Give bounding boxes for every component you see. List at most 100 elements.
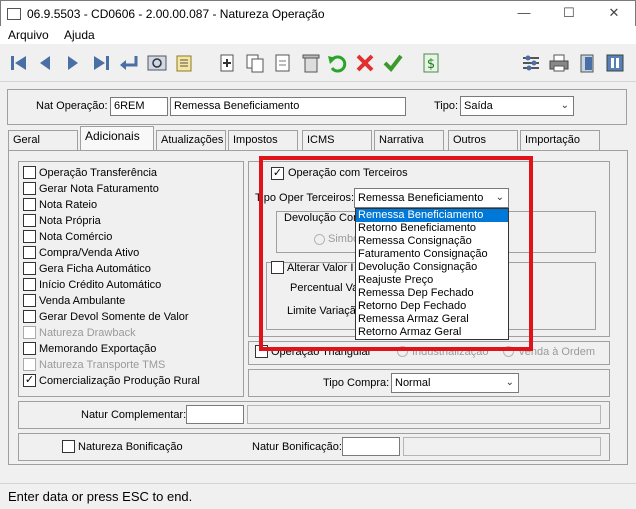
go-to-icon[interactable] bbox=[118, 52, 140, 74]
terceiros-checkbox[interactable]: ✓ bbox=[271, 167, 284, 180]
dropdown-option[interactable]: Remessa Armaz Geral bbox=[356, 313, 508, 326]
left-checkbox[interactable] bbox=[23, 214, 36, 227]
chevron-down-icon: ⌄ bbox=[505, 377, 514, 388]
tipo-oper-select[interactable]: Remessa Beneficiamento ⌄ bbox=[354, 188, 509, 208]
industrializacao-label: Industrialização bbox=[412, 346, 489, 358]
chevron-down-icon: ⌄ bbox=[560, 100, 569, 111]
left-checkbox-label: Compra/Venda Ativo bbox=[39, 247, 140, 259]
nat-code-input[interactable]: 6REM bbox=[110, 97, 168, 116]
left-checkbox[interactable] bbox=[23, 342, 36, 355]
header-panel: Nat Operação: 6REM Remessa Beneficiament… bbox=[7, 89, 627, 125]
settings-icon[interactable] bbox=[520, 52, 542, 74]
left-checkbox[interactable] bbox=[23, 262, 36, 275]
limite-label: Limite Variaçã bbox=[287, 305, 356, 317]
left-checkbox-label: Natureza Transporte TMS bbox=[39, 359, 166, 371]
tipo-oper-label: Tipo Oper Terceiros: bbox=[255, 192, 355, 204]
alterar-checkbox[interactable] bbox=[271, 261, 284, 274]
left-checkbox-label: Natureza Drawback bbox=[39, 327, 136, 339]
tab-impostos[interactable]: Impostos bbox=[228, 130, 298, 150]
venda-ordem-label: Venda à Ordem bbox=[518, 346, 596, 358]
tipo-oper-value: Remessa Beneficiamento bbox=[358, 192, 484, 204]
dropdown-option[interactable]: Reajuste Preço bbox=[356, 274, 508, 287]
tab-outros[interactable]: Outros bbox=[448, 130, 518, 150]
left-checkbox-label: Gera Ficha Automático bbox=[39, 263, 151, 275]
tab-atualizacoes[interactable]: Atualizações bbox=[156, 130, 226, 150]
cancel-icon[interactable] bbox=[354, 52, 376, 74]
maximize-icon[interactable]: ☐ bbox=[561, 5, 577, 21]
dropdown-option[interactable]: Remessa Beneficiamento bbox=[356, 209, 508, 222]
delete-trash-icon[interactable] bbox=[300, 52, 322, 74]
devolucao-label: Devolução Con bbox=[284, 212, 360, 224]
tab-icms[interactable]: ICMS bbox=[302, 130, 372, 150]
previous-record-icon[interactable] bbox=[34, 52, 56, 74]
tab-importacao[interactable]: Importação bbox=[520, 130, 600, 150]
triangular-checkbox[interactable] bbox=[255, 345, 268, 358]
left-checkbox-label: Venda Ambulante bbox=[39, 295, 126, 307]
natur-bonificacao-input[interactable] bbox=[342, 437, 400, 456]
dropdown-option[interactable]: Retorno Beneficiamento bbox=[356, 222, 508, 235]
dropdown-option[interactable]: Retorno Armaz Geral bbox=[356, 326, 508, 339]
exit-door-icon[interactable] bbox=[576, 52, 598, 74]
left-checkbox[interactable] bbox=[23, 166, 36, 179]
undo-icon[interactable] bbox=[326, 52, 348, 74]
status-text: Enter data or press ESC to end. bbox=[8, 489, 193, 504]
bonificacao-checkbox[interactable] bbox=[62, 440, 75, 453]
left-checkbox[interactable]: ✓ bbox=[23, 374, 36, 387]
first-record-icon[interactable] bbox=[8, 52, 30, 74]
app-icon bbox=[7, 8, 21, 20]
tipo-compra-label: Tipo Compra: bbox=[323, 377, 390, 389]
dollar-icon[interactable]: $ bbox=[420, 52, 442, 74]
left-checkbox[interactable] bbox=[23, 198, 36, 211]
tab-adicionais[interactable]: Adicionais bbox=[80, 126, 154, 151]
confirm-icon[interactable] bbox=[382, 52, 404, 74]
next-record-icon[interactable] bbox=[62, 52, 84, 74]
left-checkbox-label: Operação Transferência bbox=[39, 167, 158, 179]
left-checkbox[interactable] bbox=[23, 230, 36, 243]
last-record-icon[interactable] bbox=[90, 52, 112, 74]
left-checkbox[interactable] bbox=[23, 310, 36, 323]
left-checkbox-label: Memorando Exportação bbox=[39, 343, 157, 355]
tipo-compra-select[interactable]: Normal ⌄ bbox=[391, 373, 519, 393]
dropdown-option[interactable]: Devolução Consignação bbox=[356, 261, 508, 274]
tipo-oper-dropdown: Remessa Beneficiamento Retorno Beneficia… bbox=[355, 208, 509, 340]
terceiros-check-label: Operação com Terceiros bbox=[288, 167, 408, 179]
nat-desc-input[interactable]: Remessa Beneficiamento bbox=[170, 97, 406, 116]
title-bar: 06.9.5503 - CD0606 - 2.00.00.087 - Natur… bbox=[0, 0, 636, 26]
dropdown-option[interactable]: Faturamento Consignação bbox=[356, 248, 508, 261]
left-checkbox-label: Nota Rateio bbox=[39, 199, 98, 211]
edit-icon[interactable] bbox=[272, 52, 294, 74]
left-checkbox-label: Nota Comércio bbox=[39, 231, 113, 243]
search-icon[interactable] bbox=[146, 52, 168, 74]
dropdown-option[interactable]: Remessa Dep Fechado bbox=[356, 287, 508, 300]
close-icon[interactable]: ✕ bbox=[606, 5, 622, 21]
left-checkbox[interactable] bbox=[23, 278, 36, 291]
tab-geral[interactable]: Geral bbox=[8, 130, 78, 150]
left-checkbox[interactable] bbox=[23, 246, 36, 259]
bonificacao-label: Natureza Bonificação bbox=[78, 441, 183, 453]
tipo-label: Tipo: bbox=[434, 100, 459, 112]
simbolico-radio[interactable] bbox=[314, 234, 325, 245]
tab-narrativa[interactable]: Narrativa bbox=[374, 130, 444, 150]
left-checkbox[interactable] bbox=[23, 294, 36, 307]
menu-arquivo[interactable]: Arquivo bbox=[8, 28, 49, 42]
nat-operacao-label: Nat Operação: bbox=[36, 100, 108, 112]
dropdown-option[interactable]: Remessa Consignação bbox=[356, 235, 508, 248]
print-icon[interactable] bbox=[548, 52, 570, 74]
list-icon[interactable] bbox=[174, 52, 196, 74]
tipo-select-value: Saída bbox=[464, 100, 493, 112]
venda-ordem-radio[interactable] bbox=[503, 346, 514, 357]
industrializacao-radio[interactable] bbox=[397, 346, 408, 357]
left-checkbox bbox=[23, 358, 36, 371]
tipo-select[interactable]: Saída ⌄ bbox=[460, 96, 574, 116]
left-checkbox[interactable] bbox=[23, 182, 36, 195]
natur-complementar-input[interactable] bbox=[186, 405, 244, 424]
menu-ajuda[interactable]: Ajuda bbox=[64, 28, 95, 42]
dropdown-option[interactable]: Retorno Dep Fechado bbox=[356, 300, 508, 313]
natur-complementar-label: Natur Complementar: bbox=[81, 409, 187, 421]
left-checkbox-label: Gerar Nota Faturamento bbox=[39, 183, 159, 195]
copy-icon[interactable] bbox=[244, 52, 266, 74]
help-icon[interactable] bbox=[604, 52, 626, 74]
minimize-icon[interactable]: — bbox=[516, 5, 532, 21]
new-record-icon[interactable] bbox=[216, 52, 238, 74]
natur-complementar-desc bbox=[247, 405, 601, 424]
